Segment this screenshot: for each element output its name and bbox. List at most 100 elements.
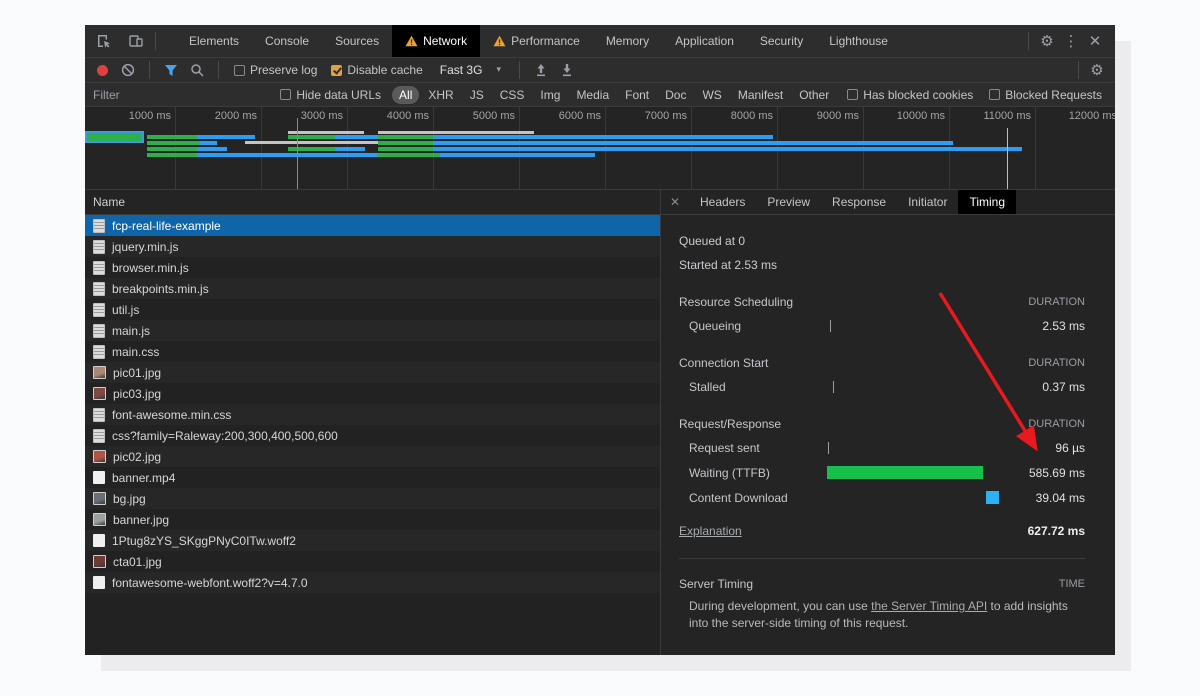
details-tab-preview[interactable]: Preview [756,190,821,214]
tab-application[interactable]: Application [662,25,747,57]
search-icon[interactable] [186,60,208,80]
filter-pill-xhr[interactable]: XHR [421,86,460,104]
request-row[interactable]: browser.min.js [85,257,660,278]
request-row[interactable]: breakpoints.min.js [85,278,660,299]
tab-console[interactable]: Console [252,25,322,57]
network-settings-gear-icon[interactable]: ⚙ [1085,61,1109,79]
filter-pill-all[interactable]: All [392,86,419,104]
waterfall-bar [147,135,255,139]
timing-section-header: Connection StartDURATION [679,351,1085,374]
request-row[interactable]: fontawesome-webfont.woff2?v=4.7.0 [85,572,660,593]
request-row[interactable]: pic01.jpg [85,362,660,383]
divider [679,558,1085,559]
warning-icon [405,35,418,47]
timeline-tick-label: 3000 ms [283,110,343,122]
filter-pill-js[interactable]: JS [463,86,491,104]
img-file-icon [93,555,106,568]
name-column-header[interactable]: Name [85,190,660,215]
export-har-icon[interactable] [556,60,578,80]
duration-column-label: DURATION [1028,296,1085,308]
inspect-element-icon[interactable] [91,28,117,54]
device-toolbar-icon[interactable] [123,28,149,54]
throttling-select[interactable]: Fast 3G ▾ [440,63,501,77]
filter-pill-css[interactable]: CSS [493,86,532,104]
tab-memory[interactable]: Memory [593,25,662,57]
request-row[interactable]: main.js [85,320,660,341]
preserve-log-checkbox[interactable]: Preserve log [234,63,317,77]
filter-pill-manifest[interactable]: Manifest [731,86,790,104]
doc-file-icon [93,282,105,296]
hide-data-urls-checkbox[interactable]: Hide data URLs [280,88,381,102]
explanation-link[interactable]: Explanation [679,524,742,538]
filter-funnel-icon[interactable] [160,60,182,80]
request-row[interactable]: banner.jpg [85,509,660,530]
has-blocked-cookies-checkbox[interactable]: Has blocked cookies [847,88,973,102]
blocked-requests-checkbox[interactable]: Blocked Requests [989,88,1102,102]
request-row[interactable]: bg.jpg [85,488,660,509]
waterfall-bar [378,131,534,134]
request-row[interactable]: util.js [85,299,660,320]
request-list-pane: Name fcp-real-life-example jquery.min.js b… [85,190,660,655]
request-row[interactable]: css?family=Raleway:200,300,400,500,600 [85,425,660,446]
divider [155,32,156,50]
clear-network-log-icon[interactable] [117,60,139,80]
timeline-gridline [261,107,262,189]
timing-duration-value: 0.37 ms [1013,380,1085,394]
request-row[interactable]: banner.mp4 [85,467,660,488]
close-icon[interactable]: ✕ [1083,32,1107,50]
img-file-icon [93,450,106,463]
duration-column-label: DURATION [1028,357,1085,369]
request-row[interactable]: cta01.jpg [85,551,660,572]
started-at-text: Started at 2.53 ms [679,253,1085,277]
name-column-label: Name [93,195,125,209]
request-name: bg.jpg [113,492,146,506]
filter-pill-ws[interactable]: WS [695,86,728,104]
img-file-icon [93,492,106,505]
request-row[interactable]: jquery.min.js [85,236,660,257]
filter-pill-other[interactable]: Other [792,86,836,104]
tab-network[interactable]: Network [392,25,480,57]
network-overview-timeline[interactable]: 1000 ms2000 ms3000 ms4000 ms5000 ms6000 … [85,107,1115,190]
close-details-icon[interactable]: ✕ [661,190,689,214]
tab-lighthouse[interactable]: Lighthouse [816,25,901,57]
tab-sources[interactable]: Sources [322,25,392,57]
tab-performance[interactable]: Performance [480,25,593,57]
timing-phase-label: Request sent [679,441,827,455]
import-har-icon[interactable] [530,60,552,80]
filter-pill-doc[interactable]: Doc [658,86,693,104]
details-tab-timing[interactable]: Timing [958,190,1016,214]
details-tab-response[interactable]: Response [821,190,897,214]
filter-pill-media[interactable]: Media [569,86,616,104]
total-duration-value: 627.72 ms [1028,524,1085,538]
timing-panel: Queued at 0 Started at 2.53 ms Resource … [661,215,1115,632]
disable-cache-checkbox[interactable]: Disable cache [331,63,422,77]
request-row[interactable]: font-awesome.min.css [85,404,660,425]
tab-elements[interactable]: Elements [176,25,252,57]
details-tab-initiator[interactable]: Initiator [897,190,958,214]
timing-phase-label: Content Download [679,491,827,505]
timeline-tick-label: 2000 ms [197,110,257,122]
filter-input[interactable] [93,87,269,103]
request-name: browser.min.js [112,261,189,275]
filter-pill-img[interactable]: Img [533,86,567,104]
tab-security[interactable]: Security [747,25,816,57]
server-timing-api-link[interactable]: the Server Timing API [871,599,987,613]
settings-gear-icon[interactable]: ⚙ [1035,32,1059,50]
timeline-tick-label: 5000 ms [455,110,515,122]
request-row[interactable]: main.css [85,341,660,362]
request-name: fcp-real-life-example [112,219,221,233]
record-network-log-icon[interactable] [91,60,113,80]
devtools-tabbar: ElementsConsoleSourcesNetworkPerformance… [85,25,1115,58]
request-row[interactable]: fcp-real-life-example [85,215,660,236]
blank-file-icon [93,534,105,547]
request-row[interactable]: pic02.jpg [85,446,660,467]
timing-duration-value: 585.69 ms [1013,466,1085,480]
checkbox-checked [331,65,342,76]
waterfall-bar [288,131,364,134]
divider [1078,61,1079,79]
request-row[interactable]: pic03.jpg [85,383,660,404]
request-row[interactable]: 1Ptug8zYS_SKggPNyC0ITw.woff2 [85,530,660,551]
details-tab-headers[interactable]: Headers [689,190,756,214]
filter-pill-font[interactable]: Font [618,86,656,104]
kebab-menu-icon[interactable]: ⋮ [1059,32,1083,50]
